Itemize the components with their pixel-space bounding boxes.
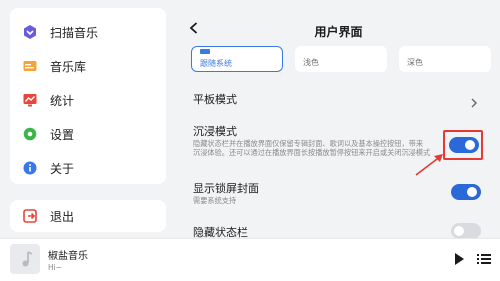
sidebar-nav-card: 扫描音乐 音乐库 统计 设置 关于 <box>10 8 166 184</box>
toggle-knob <box>454 226 464 236</box>
scan-icon <box>22 24 38 40</box>
library-icon <box>22 58 38 74</box>
playlist-icon[interactable] <box>476 251 492 267</box>
sidebar-item-label: 设置 <box>50 127 75 142</box>
theme-option-dark[interactable]: 深色 <box>399 46 491 72</box>
lockscreen-cover-toggle[interactable] <box>451 184 481 200</box>
info-icon <box>22 160 38 176</box>
hide-statusbar-toggle[interactable] <box>451 223 481 239</box>
theme-selector: 跟随系统 浅色 深色 <box>191 46 491 72</box>
exit-icon <box>22 208 38 224</box>
theme-option-follow-system[interactable]: 跟随系统 <box>191 46 283 72</box>
play-icon[interactable] <box>451 251 467 267</box>
song-artist: Hi~ <box>48 263 63 272</box>
player-bar[interactable]: 椒盐音乐 Hi~ <box>0 238 500 281</box>
exit-card: 退出 <box>10 200 166 232</box>
sidebar-item-label: 关于 <box>50 161 75 176</box>
chevron-right-icon[interactable] <box>470 93 478 108</box>
sidebar: 扫描音乐 音乐库 统计 设置 关于 退出 <box>0 0 177 238</box>
sidebar-item-label: 扫描音乐 <box>50 25 99 40</box>
sidebar-item-label: 统计 <box>50 93 75 108</box>
theme-option-label: 浅色 <box>303 58 319 67</box>
tablet-mode-title[interactable]: 平板模式 <box>193 91 237 107</box>
stats-icon <box>22 92 38 108</box>
lockscreen-cover-title: 显示锁屏封面 <box>193 182 259 195</box>
immersive-mode-desc-line2: 沉浸体验。还可以通过在播放界面长按播放暂停按钮来开启或关闭沉浸模式 <box>193 148 431 157</box>
sidebar-item-scan-music[interactable]: 扫描音乐 <box>22 22 98 42</box>
theme-option-light[interactable]: 浅色 <box>295 46 387 72</box>
lockscreen-cover-desc: 需要系统支持 <box>193 196 237 205</box>
sidebar-item-stats[interactable]: 统计 <box>22 90 74 110</box>
exit-label: 退出 <box>50 209 75 224</box>
theme-preview-icon <box>200 49 210 54</box>
settings-icon <box>22 126 38 142</box>
annotation-arrow-icon <box>415 154 443 176</box>
sidebar-item-label: 音乐库 <box>50 59 87 74</box>
album-cover[interactable] <box>10 244 40 274</box>
theme-option-label: 跟随系统 <box>200 59 232 68</box>
page-title: 用户界面 <box>314 25 363 39</box>
theme-option-label: 深色 <box>407 58 423 67</box>
sidebar-item-settings[interactable]: 设置 <box>22 124 74 144</box>
exit-button[interactable]: 退出 <box>22 206 74 226</box>
immersive-mode-desc-line1: 隐藏状态栏并在播放界面仅保留专辑封面、歌词以及基本操控按钮，带来 <box>193 139 424 148</box>
song-title: 椒盐音乐 <box>48 251 88 262</box>
header: 用户界面 <box>177 0 500 48</box>
immersive-mode-title: 沉浸模式 <box>193 125 237 138</box>
sidebar-item-music-library[interactable]: 音乐库 <box>22 56 86 76</box>
settings-panel: 用户界面 跟随系统 浅色 深色 平板模式 沉浸模式 隐藏状态栏并在播放界面仅保留… <box>177 0 500 239</box>
toggle-knob <box>467 187 477 197</box>
sidebar-item-about[interactable]: 关于 <box>22 158 74 178</box>
